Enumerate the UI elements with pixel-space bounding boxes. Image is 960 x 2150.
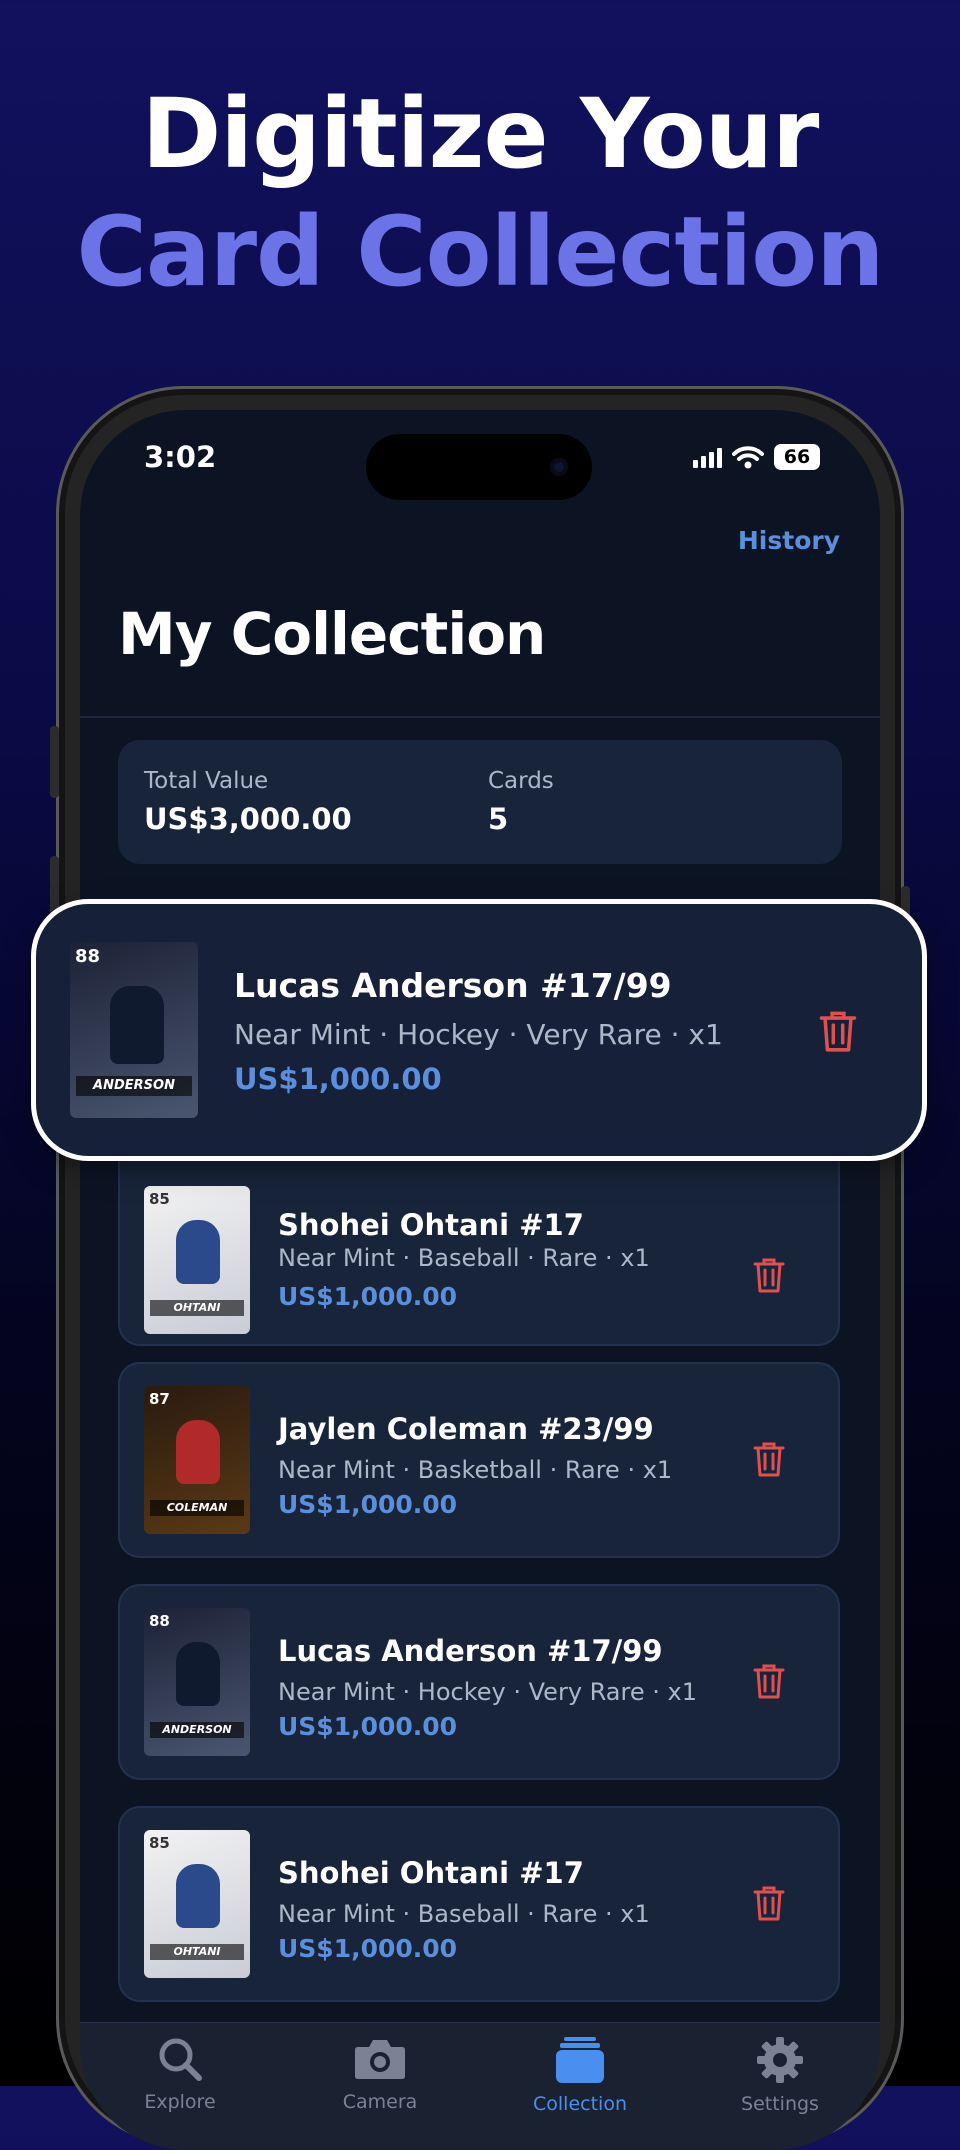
collection-summary-card: Total Value US$3,000.00 Cards 5: [118, 740, 842, 864]
dynamic-island: [366, 434, 592, 500]
tab-camera[interactable]: Camera: [300, 2035, 460, 2113]
status-time: 3:02: [144, 440, 217, 474]
card-nameplate: OHTANI: [150, 1944, 244, 1960]
card-name: Shohei Ohtani #17: [278, 1208, 584, 1242]
phone-frame: 3:02 66 History My Collection Total Valu…: [50, 386, 910, 2150]
gear-icon: [757, 2037, 803, 2083]
trash-icon[interactable]: [818, 1008, 858, 1054]
battery-indicator: 66: [774, 444, 820, 470]
tab-camera-label: Camera: [342, 2091, 418, 2113]
card-rating: 88: [75, 946, 101, 967]
trash-icon[interactable]: [752, 1884, 786, 1922]
card-rating: 85: [149, 1190, 170, 1208]
card-meta: Near Mint · Hockey · Very Rare · x1: [234, 1018, 723, 1051]
wifi-icon: [732, 446, 764, 469]
card-thumbnail: 88 ANDERSON: [144, 1608, 250, 1756]
card-nameplate: COLEMAN: [150, 1500, 244, 1516]
action-button: [50, 726, 59, 798]
card-nameplate: OHTANI: [150, 1300, 244, 1316]
card-price: US$1,000.00: [234, 1062, 442, 1096]
total-value-label: Total Value: [144, 768, 269, 794]
camera-icon: [355, 2040, 405, 2079]
card-thumbnail: 88 ANDERSON: [70, 942, 198, 1118]
header-divider: [80, 716, 880, 718]
card-thumbnail: 87 COLEMAN: [144, 1386, 250, 1534]
headline-line-1: Digitize Your: [141, 78, 820, 190]
tab-settings[interactable]: Settings: [700, 2035, 860, 2115]
tab-settings-label: Settings: [741, 2093, 819, 2115]
card-row[interactable]: 85 OHTANI Shohei Ohtani #17 Near Mint · …: [118, 1806, 840, 2002]
card-rating: 88: [149, 1612, 170, 1630]
app-screen: 3:02 66 History My Collection Total Valu…: [80, 410, 880, 2150]
tab-bar: Explore Camera Collection Settings: [80, 2022, 880, 2150]
card-price: US$1,000.00: [278, 1934, 458, 1963]
tab-explore-label: Explore: [144, 2091, 216, 2113]
card-price: US$1,000.00: [278, 1490, 458, 1519]
cards-count: 5: [488, 802, 509, 836]
trash-icon[interactable]: [752, 1662, 786, 1700]
card-thumbnail: 85 OHTANI: [144, 1186, 250, 1334]
total-value: US$3,000.00: [144, 802, 352, 836]
card-thumbnail: 85 OHTANI: [144, 1830, 250, 1978]
cards-count-label: Cards: [488, 768, 554, 794]
card-price: US$1,000.00: [278, 1282, 458, 1311]
card-name: Lucas Anderson #17/99: [234, 966, 672, 1005]
card-price: US$1,000.00: [278, 1712, 458, 1741]
card-row[interactable]: 85 OHTANI Shohei Ohtani #17 Near Mint · …: [118, 1138, 840, 1346]
card-name: Lucas Anderson #17/99: [278, 1634, 663, 1668]
card-name: Jaylen Coleman #23/99: [278, 1412, 654, 1446]
card-name: Shohei Ohtani #17: [278, 1856, 584, 1890]
card-row[interactable]: 87 COLEMAN Jaylen Coleman #23/99 Near Mi…: [118, 1362, 840, 1558]
status-indicators: 66: [693, 442, 820, 472]
history-button[interactable]: History: [738, 526, 840, 555]
collection-icon: [556, 2037, 604, 2083]
card-meta: Near Mint · Baseball · Rare · x1: [278, 1900, 650, 1928]
card-rating: 87: [149, 1390, 170, 1408]
page-title: My Collection: [118, 600, 546, 668]
trash-icon[interactable]: [752, 1440, 786, 1478]
cellular-signal-icon: [693, 446, 722, 468]
card-meta: Near Mint · Basketball · Rare · x1: [278, 1456, 673, 1484]
card-row[interactable]: 88 ANDERSON Lucas Anderson #17/99 Near M…: [118, 1584, 840, 1780]
card-meta: Near Mint · Hockey · Very Rare · x1: [278, 1678, 697, 1706]
tab-explore[interactable]: Explore: [100, 2035, 260, 2113]
search-icon: [159, 2038, 202, 2081]
tab-collection-label: Collection: [533, 2093, 627, 2115]
highlighted-card-row[interactable]: 88 ANDERSON Lucas Anderson #17/99 Near M…: [36, 904, 922, 1156]
headline-line-2: Card Collection: [76, 196, 884, 308]
card-meta: Near Mint · Baseball · Rare · x1: [278, 1244, 650, 1272]
card-nameplate: ANDERSON: [150, 1722, 244, 1738]
card-rating: 85: [149, 1834, 170, 1852]
card-nameplate: ANDERSON: [76, 1076, 192, 1096]
tab-collection[interactable]: Collection: [500, 2035, 660, 2115]
front-camera-icon: [550, 458, 568, 476]
trash-icon[interactable]: [752, 1256, 786, 1294]
